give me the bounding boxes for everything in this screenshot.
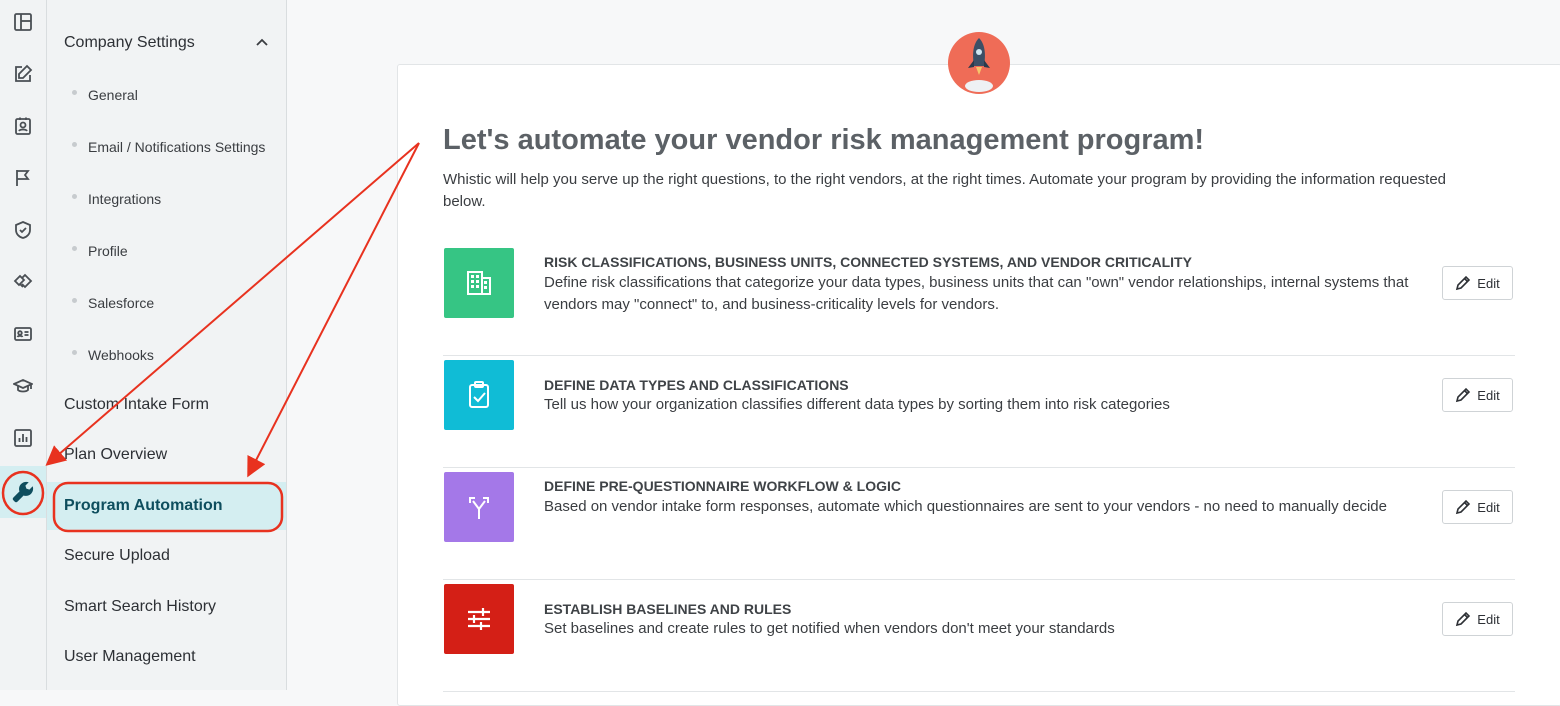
contact-card-icon <box>15 117 31 135</box>
subnav-item-profile[interactable]: Profile <box>72 241 128 261</box>
id-card-icon <box>14 327 32 341</box>
pencil-icon <box>1456 499 1471 515</box>
automation-row: DEFINE DATA TYPES AND CLASSIFICATIONS Te… <box>443 356 1515 468</box>
edit-button-label: Edit <box>1477 611 1500 627</box>
nav-item-label: Smart Search History <box>64 598 217 615</box>
row-description: Set baselines and create rules to get no… <box>544 620 1115 637</box>
icon-rail <box>0 0 47 690</box>
subnav-item-label: Email / Notifications Settings <box>88 139 266 155</box>
row-description: Based on vendor intake form responses, a… <box>544 498 1387 515</box>
rail-vendors[interactable] <box>0 256 46 308</box>
nav-item-label: User Management <box>64 648 196 665</box>
subnav-item-label: Webhooks <box>88 347 154 363</box>
subnav-item-label: Integrations <box>88 191 162 207</box>
subnav-item-salesforce[interactable]: Salesforce <box>72 293 154 313</box>
subnav-item-label: Profile <box>88 243 128 259</box>
nav-item-label: Custom Intake Form <box>64 396 209 413</box>
row-divider <box>443 691 1515 692</box>
subnav-item-label: Salesforce <box>88 295 155 311</box>
nav-item-label: Program Automation <box>64 497 223 514</box>
bullet-dot <box>72 193 77 199</box>
subnav-item-webhooks[interactable]: Webhooks <box>72 345 154 365</box>
merge-arrows-icon <box>469 497 489 519</box>
edit-button[interactable]: Edit <box>1442 266 1513 300</box>
rail-contacts[interactable] <box>0 100 46 152</box>
flag-icon <box>16 170 30 186</box>
graduation-cap-icon <box>13 379 33 393</box>
building-icon <box>467 271 491 295</box>
clipboard-check-icon <box>469 381 489 408</box>
shield-check-icon <box>15 221 31 239</box>
row-title: DEFINE DATA TYPES AND CLASSIFICATIONS <box>544 377 849 393</box>
nav-item-plan-overview[interactable]: Plan Overview <box>64 443 167 467</box>
edit-button[interactable]: Edit <box>1442 602 1513 636</box>
rail-assessments[interactable] <box>0 48 46 100</box>
edit-button-label: Edit <box>1477 499 1500 515</box>
nav-item-program-automation[interactable]: Program Automation <box>64 494 223 518</box>
automation-row: ESTABLISH BASELINES AND RULES Set baseli… <box>443 580 1515 692</box>
row-description: Define risk classifications that categor… <box>544 274 1409 313</box>
edit-button-label: Edit <box>1477 275 1500 291</box>
row-title: DEFINE PRE-QUESTIONNAIRE WORKFLOW & LOGI… <box>544 478 901 494</box>
bullet-dot <box>72 297 77 303</box>
rail-reports[interactable] <box>0 412 46 464</box>
nav-section-company-settings[interactable]: Company Settings <box>64 30 274 56</box>
nav-item-custom-intake-form[interactable]: Custom Intake Form <box>64 393 209 417</box>
row-title: ESTABLISH BASELINES AND RULES <box>544 601 792 617</box>
bullet-dot <box>72 89 77 95</box>
row-icon-tile <box>444 472 514 542</box>
rocket-icon <box>948 32 1010 94</box>
pencil-icon <box>1456 275 1471 291</box>
rail-flags[interactable] <box>0 152 46 204</box>
nav-item-label: Secure Upload <box>64 547 170 564</box>
subnav-item-general[interactable]: General <box>72 85 138 105</box>
rail-dashboard[interactable] <box>0 0 46 48</box>
row-description: Tell us how your organization classifies… <box>544 396 1170 413</box>
bullet-dot <box>72 349 77 355</box>
subnav-item-label: General <box>88 87 138 103</box>
subnav-item-integrations[interactable]: Integrations <box>72 189 161 209</box>
edit-button[interactable]: Edit <box>1442 490 1513 524</box>
nav-item-label: Plan Overview <box>64 446 168 463</box>
edit-icon <box>15 64 33 82</box>
row-icon-tile <box>444 248 514 318</box>
edit-button[interactable]: Edit <box>1442 378 1513 412</box>
row-icon-tile <box>444 360 514 430</box>
pencil-icon <box>1456 611 1471 627</box>
rail-learning[interactable] <box>0 360 46 412</box>
handshake-icon <box>13 273 33 289</box>
row-icon-tile <box>444 584 514 654</box>
automation-row: DEFINE PRE-QUESTIONNAIRE WORKFLOW & LOGI… <box>443 468 1515 580</box>
nav-item-user-management[interactable]: User Management <box>64 645 196 669</box>
edit-button-label: Edit <box>1477 387 1500 403</box>
rail-security[interactable] <box>0 204 46 256</box>
page-title: Let's automate your vendor risk manageme… <box>443 124 1205 156</box>
nav-item-secure-upload[interactable]: Secure Upload <box>64 544 170 568</box>
settings-subnav: Company Settings General Email / Notific… <box>47 0 287 690</box>
layout-icon <box>14 13 32 31</box>
row-title: RISK CLASSIFICATIONS, BUSINESS UNITS, CO… <box>544 254 1192 270</box>
nav-section-label: Company Settings <box>64 34 195 51</box>
bar-chart-icon <box>14 429 32 447</box>
wrench-icon <box>12 481 34 503</box>
page-intro: Whistic will help you serve up the right… <box>443 171 1447 210</box>
sliders-icon <box>468 608 490 630</box>
bullet-dot <box>72 245 77 251</box>
subnav-item-email-notifications[interactable]: Email / Notifications Settings <box>72 137 265 157</box>
chevron-up-icon <box>256 38 268 46</box>
rail-profiles[interactable] <box>0 308 46 360</box>
rail-settings[interactable] <box>0 466 46 518</box>
nav-item-smart-search-history[interactable]: Smart Search History <box>64 595 216 619</box>
bullet-dot <box>72 141 77 147</box>
pencil-icon <box>1456 387 1471 403</box>
automation-row: RISK CLASSIFICATIONS, BUSINESS UNITS, CO… <box>443 244 1515 356</box>
